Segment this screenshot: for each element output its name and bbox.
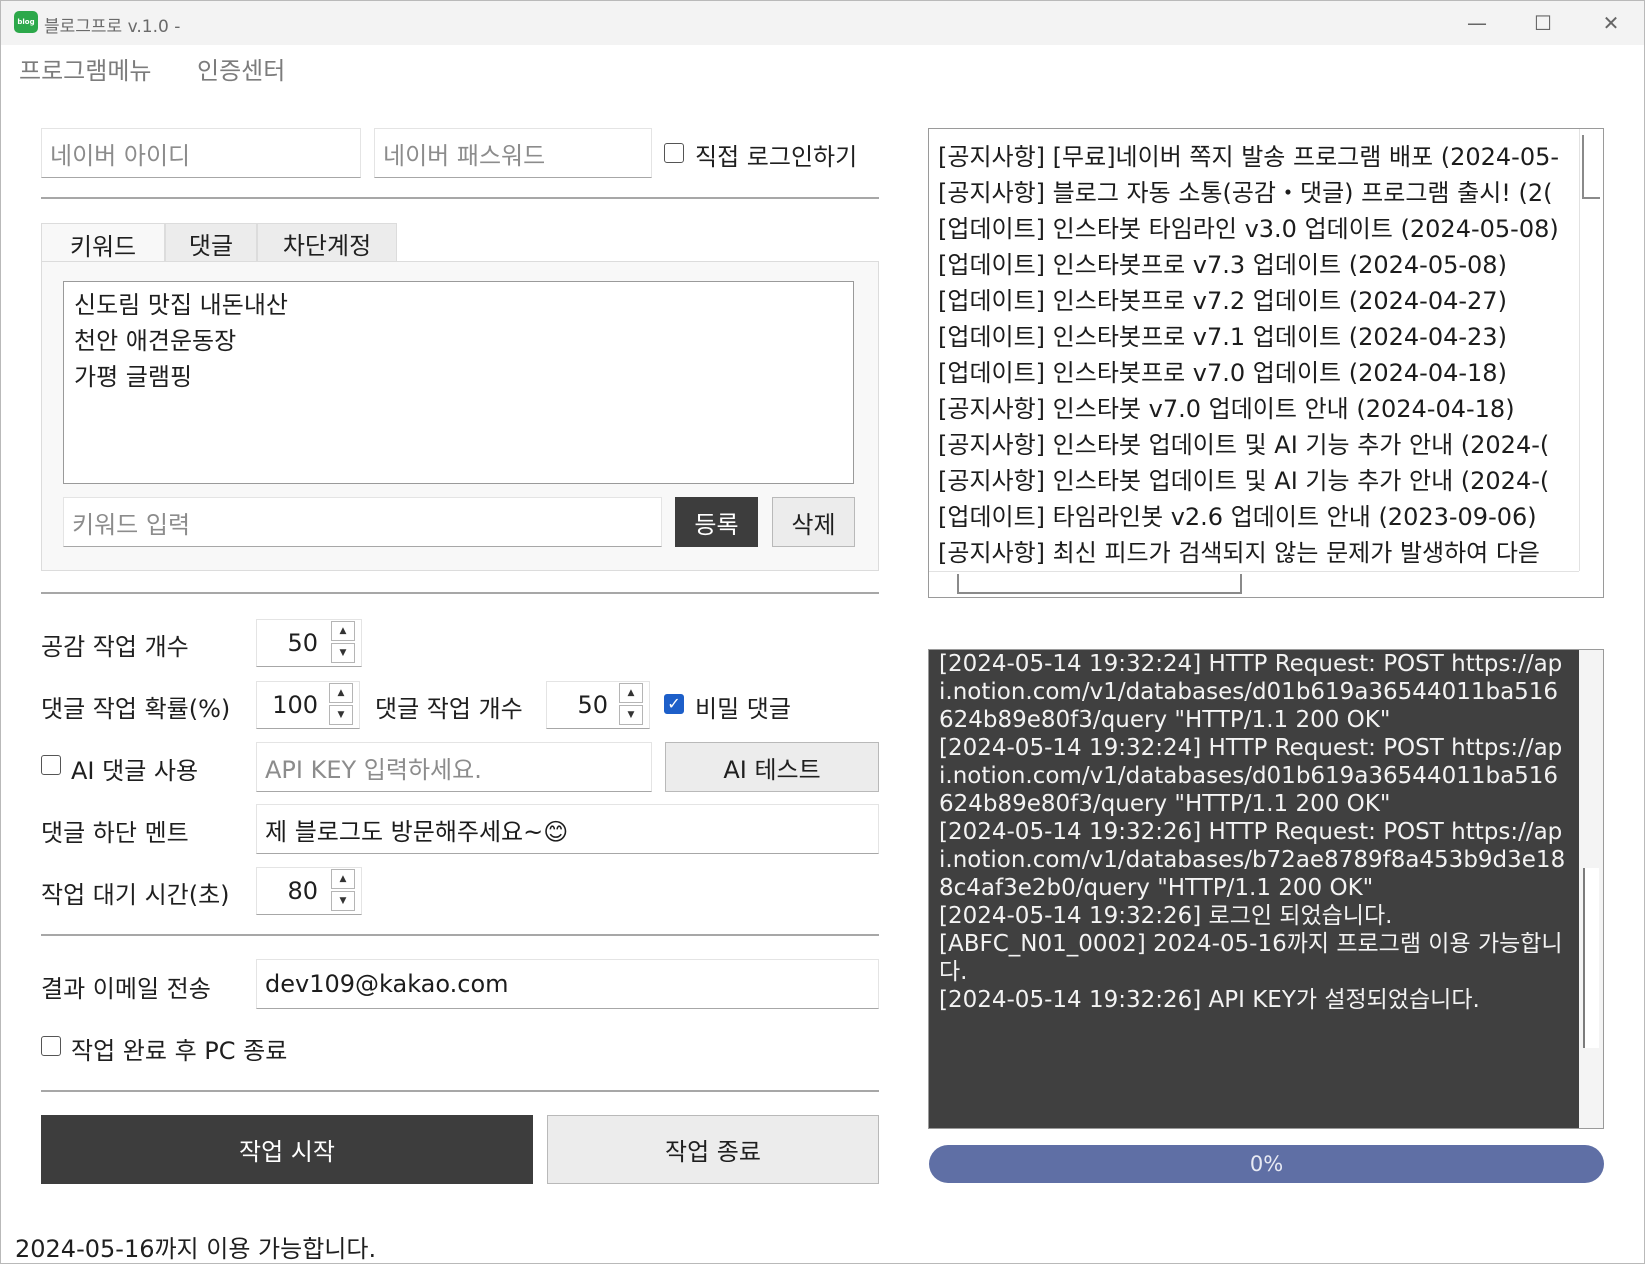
spin-down-icon[interactable]: ▼ (331, 891, 355, 911)
list-item[interactable]: [업데이트] 인스타봇프로 v7.1 업데이트 (2024-04-23) (938, 317, 1507, 352)
spin-down-icon[interactable]: ▼ (331, 643, 355, 663)
log-output[interactable]: [2024-05-14 19:32:24] HTTP Request: POST… (928, 649, 1604, 1129)
divider (41, 592, 879, 594)
footer-comment-input[interactable]: 제 블로그도 방문해주세요~😊 (256, 804, 879, 854)
title-bar[interactable]: blog 블로그프로 v.1.0 - — ☐ ✕ (1, 1, 1644, 45)
wait-time-spinner[interactable]: ▲ ▼ (327, 867, 359, 913)
shutdown-checkbox[interactable] (41, 1036, 61, 1056)
scrollbar-thumb[interactable] (957, 574, 1242, 594)
menu-auth-center[interactable]: 인증센터 (197, 51, 285, 86)
naver-password-input[interactable]: 네이버 패스워드 (374, 128, 652, 178)
spin-up-icon[interactable]: ▲ (619, 683, 643, 703)
minimize-icon: — (1467, 11, 1487, 35)
app-logo-icon: blog (14, 11, 38, 33)
spin-up-icon[interactable]: ▲ (331, 621, 355, 641)
like-count-label: 공감 작업 개수 (41, 633, 189, 661)
list-item[interactable]: [공지사항] 블로그 자동 소통(공감・댓글) 프로그램 출시! (2( (938, 173, 1553, 208)
notice-list[interactable]: [공지사항] [무료]네이버 쪽지 발송 프로그램 배포 (2024-05- [… (928, 128, 1604, 598)
progress-label: 0% (1249, 1152, 1284, 1176)
log-text: [2024-05-14 19:32:24] HTTP Request: POST… (939, 651, 1566, 1013)
tab-keyword[interactable]: 키워드 (41, 223, 165, 264)
list-item[interactable]: [업데이트] 인스타봇프로 v7.0 업데이트 (2024-04-18) (938, 353, 1507, 388)
comment-probability-spinner[interactable]: ▲ ▼ (325, 681, 357, 727)
app-window: blog 블로그프로 v.1.0 - — ☐ ✕ 프로그램메뉴 인증센터 네이버… (0, 0, 1645, 1264)
tab-blocked-accounts[interactable]: 차단계정 (257, 223, 397, 263)
notice-vertical-scrollbar[interactable] (1579, 129, 1603, 571)
minimize-button[interactable]: — (1444, 1, 1510, 45)
register-button[interactable]: 등록 (675, 497, 758, 547)
list-item[interactable]: [업데이트] 인스타봇프로 v7.2 업데이트 (2024-04-27) (938, 281, 1507, 316)
list-item: 가평 글램핑 (74, 363, 193, 391)
spin-down-icon[interactable]: ▼ (619, 705, 643, 725)
scrollbar-thumb[interactable] (1582, 135, 1600, 199)
email-label: 결과 이메일 전송 (41, 975, 211, 1003)
comment-probability-label: 댓글 작업 확률(%) (41, 695, 231, 723)
list-item: 신도림 맛집 내돈내산 (74, 291, 288, 319)
keyword-input[interactable]: 키워드 입력 (63, 497, 662, 547)
window-title: 블로그프로 v.1.0 - (44, 17, 181, 37)
ai-test-button[interactable]: AI 테스트 (665, 742, 879, 792)
menu-bar: 프로그램메뉴 인증센터 (1, 45, 1644, 89)
wait-time-label: 작업 대기 시간(초) (41, 881, 230, 909)
list-item[interactable]: [공지사항] 인스타봇 v7.0 업데이트 안내 (2024-04-18) (938, 389, 1515, 424)
delete-button[interactable]: 삭제 (772, 497, 855, 547)
list-item[interactable]: [공지사항] 최신 피드가 검색되지 않는 문제가 발생하여 다읃 (938, 533, 1540, 568)
list-item[interactable]: [공지사항] 인스타봇 업데이트 및 AI 기능 추가 안내 (2024-( (938, 425, 1549, 460)
checkmark-icon: ✓ (667, 694, 681, 713)
spin-down-icon[interactable]: ▼ (329, 705, 353, 725)
spin-up-icon[interactable]: ▲ (331, 869, 355, 889)
list-item[interactable]: [공지사항] [무료]네이버 쪽지 발송 프로그램 배포 (2024-05- (938, 137, 1559, 172)
email-input[interactable]: dev109@kakao.com (256, 959, 879, 1009)
status-text: 2024-05-16까지 이용 가능합니다. (15, 1235, 377, 1263)
comment-probability-value: 100 (272, 691, 318, 719)
stop-button[interactable]: 작업 종료 (547, 1115, 879, 1184)
wait-time-value: 80 (287, 877, 318, 905)
list-item[interactable]: [공지사항] 인스타봇 업데이트 및 AI 기능 추가 안내 (2024-( (938, 461, 1549, 496)
divider (41, 1090, 879, 1092)
secret-comment-checkbox[interactable]: ✓ (664, 694, 684, 714)
close-icon: ✕ (1602, 11, 1620, 35)
like-count-spinner[interactable]: ▲ ▼ (327, 619, 359, 665)
list-item[interactable]: [업데이트] 인스타봇프로 v7.3 업데이트 (2024-05-08) (938, 245, 1507, 280)
keyword-list[interactable]: 신도림 맛집 내돈내산 천안 애견운동장 가평 글램핑 (63, 281, 854, 484)
shutdown-label: 작업 완료 후 PC 종료 (71, 1037, 288, 1065)
maximize-icon: ☐ (1534, 11, 1552, 35)
secret-comment-label: 비밀 댓글 (695, 695, 791, 723)
close-button[interactable]: ✕ (1578, 1, 1644, 45)
direct-login-label: 직접 로그인하기 (695, 143, 858, 171)
footer-comment-label: 댓글 하단 멘트 (41, 819, 189, 847)
naver-id-input[interactable]: 네이버 아이디 (41, 128, 361, 178)
ai-comment-label: AI 댓글 사용 (71, 757, 199, 785)
comment-count-value: 50 (577, 691, 608, 719)
start-button[interactable]: 작업 시작 (41, 1115, 533, 1184)
divider (41, 197, 879, 199)
maximize-button[interactable]: ☐ (1510, 1, 1576, 45)
list-item: 천안 애견운동장 (74, 327, 237, 355)
list-item[interactable]: [업데이트] 타임라인봇 v2.6 업데이트 안내 (2023-09-06) (938, 497, 1537, 532)
comment-count-spinner[interactable]: ▲ ▼ (615, 681, 647, 727)
notice-horizontal-scrollbar[interactable] (929, 571, 1579, 597)
direct-login-checkbox[interactable] (664, 143, 684, 163)
tab-comment[interactable]: 댓글 (165, 223, 257, 263)
divider (41, 934, 879, 936)
scrollbar-thumb[interactable] (1583, 868, 1599, 1048)
menu-program[interactable]: 프로그램메뉴 (19, 51, 151, 86)
spin-up-icon[interactable]: ▲ (329, 683, 353, 703)
like-count-value: 50 (287, 629, 318, 657)
list-item[interactable]: [업데이트] 인스타봇 타임라인 v3.0 업데이트 (2024-05-08) (938, 209, 1559, 244)
ai-comment-checkbox[interactable] (41, 755, 61, 775)
comment-count-label: 댓글 작업 개수 (375, 695, 523, 723)
api-key-input[interactable]: API KEY 입력하세요. (256, 742, 652, 792)
progress-bar: 0% (929, 1145, 1604, 1183)
log-vertical-scrollbar[interactable] (1579, 650, 1603, 1128)
